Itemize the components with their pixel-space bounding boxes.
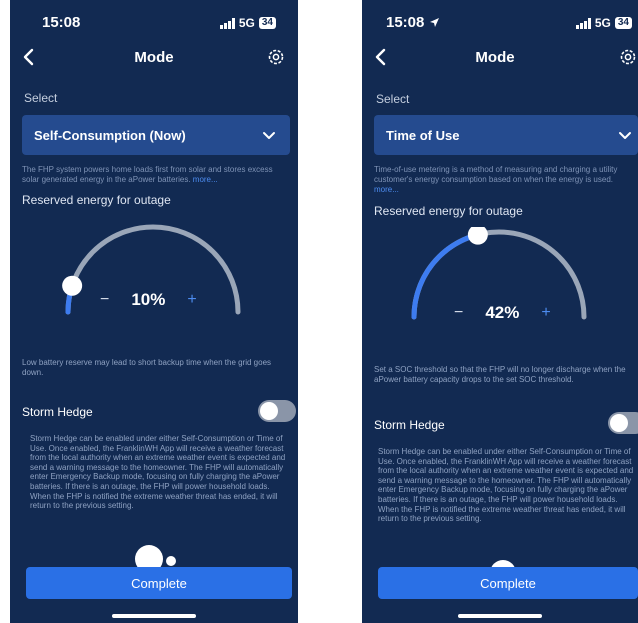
nav-bar: Mode bbox=[362, 45, 638, 71]
network-type: 5G bbox=[238, 16, 255, 30]
complete-button[interactable]: Complete bbox=[378, 567, 638, 599]
chevron-down-icon bbox=[618, 128, 632, 142]
toggle-knob bbox=[610, 414, 628, 432]
signal-icon bbox=[575, 17, 591, 29]
reserved-energy-title: Reserved energy for outage bbox=[22, 193, 171, 207]
increase-button[interactable]: + bbox=[187, 291, 196, 309]
toggle-knob bbox=[260, 402, 278, 420]
battery-badge: 34 bbox=[258, 17, 276, 29]
phone-screen-right: 15:08 5G 34 Mode Select Time of Use Time… bbox=[362, 0, 638, 623]
mode-dropdown[interactable]: Time of Use bbox=[374, 115, 638, 155]
status-time: 15:08 bbox=[386, 14, 440, 31]
gear-icon[interactable] bbox=[266, 47, 286, 67]
nav-bar: Mode bbox=[10, 45, 298, 71]
status-bar: 15:08 5G 34 bbox=[362, 14, 638, 34]
storm-hedge-description: Storm Hedge can be enabled under either … bbox=[378, 447, 634, 524]
network-type: 5G bbox=[594, 16, 611, 30]
reserve-controls: − 10% + bbox=[100, 290, 197, 310]
reserved-energy-title: Reserved energy for outage bbox=[374, 204, 523, 218]
chevron-down-icon bbox=[262, 128, 276, 142]
home-indicator bbox=[112, 614, 196, 618]
more-link[interactable]: more... bbox=[374, 185, 399, 194]
page-title: Mode bbox=[475, 49, 515, 66]
storm-hedge-label: Storm Hedge bbox=[374, 418, 445, 432]
reserve-percent: 42% bbox=[485, 303, 520, 322]
status-time: 15:08 bbox=[42, 14, 81, 31]
mode-dropdown-value: Time of Use bbox=[386, 127, 460, 143]
reserve-controls: − 42% + bbox=[454, 303, 551, 323]
storm-hedge-toggle[interactable] bbox=[608, 412, 638, 434]
mode-dropdown[interactable]: Self-Consumption (Now) bbox=[22, 115, 290, 155]
home-indicator bbox=[458, 614, 542, 618]
status-time-text: 15:08 bbox=[386, 14, 425, 31]
gauge-knob bbox=[467, 227, 488, 245]
reserve-note: Low battery reserve may lead to short ba… bbox=[22, 358, 272, 377]
signal-icon bbox=[219, 17, 235, 29]
select-label: Select bbox=[376, 92, 410, 106]
mode-description-text: The FHP system powers home loads first f… bbox=[22, 165, 273, 184]
reserve-percent: 10% bbox=[131, 290, 166, 309]
complete-button[interactable]: Complete bbox=[26, 567, 292, 599]
page-title: Mode bbox=[134, 49, 174, 66]
location-arrow-icon bbox=[429, 18, 439, 27]
status-bar: 15:08 5G 34 bbox=[10, 14, 298, 34]
mode-description: The FHP system powers home loads first f… bbox=[22, 165, 292, 185]
mode-dropdown-value: Self-Consumption (Now) bbox=[34, 127, 186, 143]
reserve-note: Set a SOC threshold so that the FHP will… bbox=[374, 365, 626, 384]
increase-button[interactable]: + bbox=[541, 304, 550, 322]
gauge-knob bbox=[62, 275, 83, 296]
network-status: 5G 34 bbox=[219, 16, 276, 30]
decrease-button[interactable]: − bbox=[100, 291, 109, 309]
mode-description-text: Time-of-use metering is a method of meas… bbox=[374, 165, 618, 184]
phone-screen-left: 15:08 5G 34 Mode Select Self-Consumption… bbox=[10, 0, 298, 623]
decrease-button[interactable]: − bbox=[454, 304, 463, 322]
storm-hedge-label: Storm Hedge bbox=[22, 405, 93, 419]
mode-description: Time-of-use metering is a method of meas… bbox=[374, 165, 638, 195]
gear-icon[interactable] bbox=[618, 47, 638, 67]
network-status: 5G 34 bbox=[575, 16, 632, 30]
storm-hedge-toggle[interactable] bbox=[258, 400, 296, 422]
more-link[interactable]: more... bbox=[193, 175, 218, 184]
storm-hedge-description: Storm Hedge can be enabled under either … bbox=[30, 434, 286, 511]
battery-badge: 34 bbox=[614, 17, 632, 29]
select-label: Select bbox=[24, 91, 58, 105]
slider-knob-small bbox=[166, 556, 176, 566]
